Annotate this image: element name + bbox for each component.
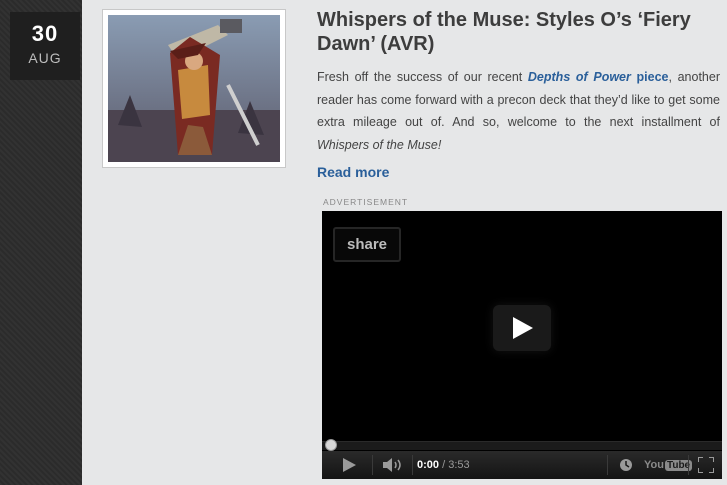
post-date-month: AUG — [28, 50, 62, 66]
post-thumbnail[interactable] — [102, 9, 286, 168]
controls-divider — [607, 455, 608, 475]
post-thumbnail-art — [108, 15, 280, 162]
video-controls: 0:00 / 3:53 You Tube — [322, 451, 722, 479]
excerpt-series-name: Whispers of the Muse! — [317, 137, 442, 152]
post-date: 30 AUG — [10, 12, 80, 80]
progress-bar[interactable] — [322, 441, 722, 450]
clock-icon — [620, 459, 632, 471]
video-player[interactable]: share 0:00 / 3:53 You Tube — [322, 211, 722, 479]
controls-divider — [372, 455, 373, 475]
watch-later-button[interactable] — [612, 451, 640, 479]
play-icon — [513, 317, 533, 339]
fullscreen-icon — [698, 457, 714, 473]
progress-scrubber[interactable] — [325, 439, 337, 451]
controls-divider — [688, 455, 689, 475]
date-sidebar: 30 AUG — [0, 0, 82, 485]
share-button[interactable]: share — [333, 227, 401, 262]
depths-of-power-link-title: Depths of Power — [527, 70, 631, 84]
fullscreen-button[interactable] — [692, 451, 720, 479]
advertisement-label: ADVERTISEMENT — [323, 197, 409, 207]
youtube-logo[interactable]: You Tube — [644, 451, 693, 479]
time-display: 0:00 / 3:53 — [417, 451, 470, 479]
time-separator: / — [439, 459, 449, 471]
read-more-link[interactable]: Read more — [317, 164, 389, 180]
depths-of-power-link-suffix: piece — [630, 70, 669, 84]
post-date-day: 30 — [31, 21, 59, 46]
controls-divider — [412, 455, 413, 475]
excerpt-text-start: Fresh off the success of our recent — [317, 70, 528, 84]
youtube-logo-you: You — [644, 459, 664, 471]
play-small-icon — [342, 458, 356, 472]
time-total: 3:53 — [448, 459, 470, 471]
time-current: 0:00 — [417, 459, 440, 471]
post-excerpt: Fresh off the success of our recent Dept… — [317, 66, 720, 156]
depths-of-power-link[interactable]: Depths of Power piece — [528, 70, 669, 84]
play-overlay-button[interactable] — [493, 305, 551, 351]
volume-icon — [383, 458, 401, 472]
volume-button[interactable] — [379, 451, 409, 479]
post-title[interactable]: Whispers of the Muse: Styles O’s ‘Fiery … — [317, 8, 721, 56]
play-button[interactable] — [334, 451, 364, 479]
